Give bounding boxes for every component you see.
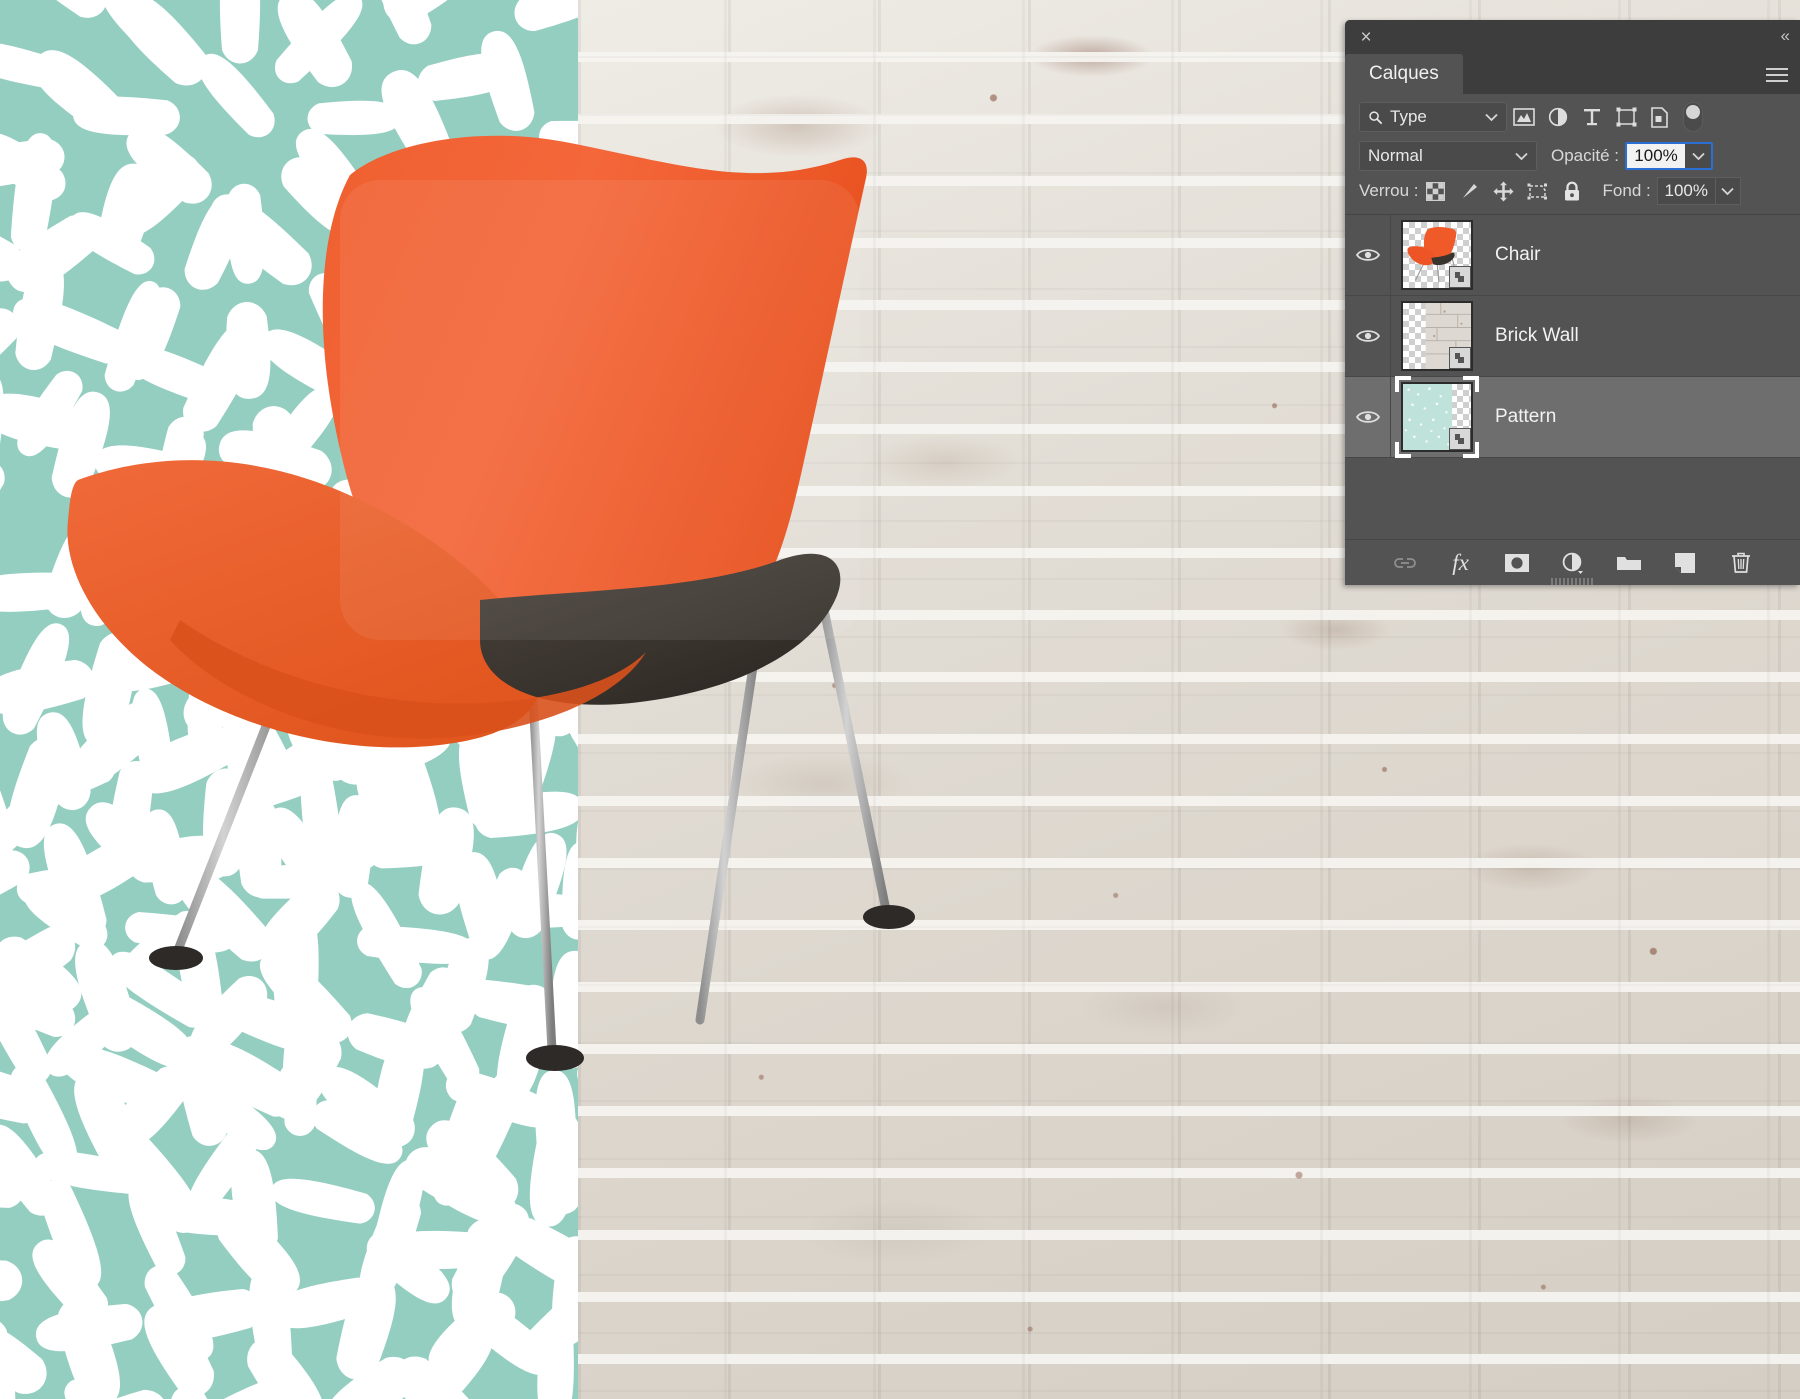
lock-position-icon[interactable]	[1487, 177, 1521, 205]
table-row[interactable]: Chair	[1345, 215, 1800, 296]
screen: × « Calques Type Normal Opacité: 100% V…	[0, 0, 1800, 1399]
add-layer-mask-icon[interactable]	[1502, 548, 1532, 578]
fill-slider-caret-icon[interactable]	[1714, 177, 1741, 205]
opacity-slider-caret-icon[interactable]	[1685, 144, 1712, 168]
layer-thumbnail[interactable]	[1401, 301, 1473, 371]
opacity-field[interactable]: 100%	[1625, 142, 1714, 170]
lock-all-icon[interactable]	[1555, 177, 1589, 205]
orange-chair	[60, 120, 1010, 1140]
layer-visibility-eye-icon[interactable]	[1345, 296, 1391, 376]
link-layers-icon[interactable]	[1390, 548, 1420, 578]
search-icon	[1369, 110, 1383, 124]
table-row[interactable]: Brick Wall	[1345, 296, 1800, 377]
panel-tabbar: Calques	[1345, 54, 1800, 94]
chevron-down-icon	[1485, 113, 1498, 121]
blend-opacity-row: Normal Opacité : 100%	[1345, 138, 1800, 174]
type-layer-filter-icon[interactable]	[1575, 102, 1609, 132]
blend-mode-select[interactable]: Normal	[1359, 141, 1537, 171]
shape-layer-filter-icon[interactable]	[1609, 102, 1643, 132]
smart-object-filter-icon[interactable]	[1643, 102, 1677, 132]
panel-titlebar: × «	[1345, 20, 1800, 54]
table-row[interactable]: Pattern	[1345, 376, 1800, 458]
delete-layer-icon[interactable]	[1726, 548, 1756, 578]
opacity-value[interactable]: 100%	[1627, 144, 1686, 168]
fill-value[interactable]: 100%	[1656, 177, 1715, 205]
chevron-down-icon	[1515, 152, 1528, 160]
close-icon[interactable]: ×	[1353, 24, 1379, 50]
opacity-label: Opacité :	[1551, 146, 1620, 165]
hamburger-menu-icon[interactable]	[1766, 64, 1788, 86]
lock-transparency-icon[interactable]	[1419, 177, 1453, 205]
layer-visibility-eye-icon[interactable]	[1345, 215, 1391, 295]
new-adjustment-layer-icon[interactable]	[1558, 548, 1588, 578]
lock-image-icon[interactable]	[1453, 177, 1487, 205]
new-layer-icon[interactable]	[1670, 548, 1700, 578]
layer-visibility-eye-icon[interactable]	[1345, 377, 1391, 457]
blend-mode-label: Normal	[1368, 146, 1423, 165]
lock-row: Verrou : Fond: 100%	[1345, 174, 1800, 208]
filter-kind-label: Type	[1390, 107, 1427, 126]
adjustment-layer-filter-icon[interactable]	[1541, 102, 1575, 132]
layer-name-label[interactable]: Pattern	[1495, 406, 1556, 428]
layers-list: Chair Brick Wall Pattern	[1345, 214, 1800, 458]
smart-object-badge-icon	[1449, 347, 1471, 369]
new-group-icon[interactable]	[1614, 548, 1644, 578]
lock-artboard-icon[interactable]	[1521, 177, 1555, 205]
tab-calques[interactable]: Calques	[1345, 54, 1463, 94]
tab-calques-label: Calques	[1369, 63, 1439, 84]
layers-panel[interactable]: × « Calques Type Normal Opacité: 100% V…	[1345, 20, 1800, 585]
layer-filter-row: Type	[1345, 94, 1800, 138]
fill-label: Fond :	[1602, 181, 1651, 200]
filter-enable-toggle[interactable]	[1683, 102, 1703, 132]
smart-object-badge-icon	[1449, 428, 1471, 450]
lock-label: Verrou :	[1359, 181, 1419, 200]
panel-resize-grip[interactable]	[1550, 578, 1595, 585]
filter-kind-select[interactable]: Type	[1359, 102, 1507, 132]
layer-name-label[interactable]: Chair	[1495, 244, 1540, 266]
layer-thumbnail[interactable]	[1401, 220, 1473, 290]
layer-thumbnail[interactable]	[1395, 376, 1479, 458]
fill-field[interactable]: 100%	[1656, 177, 1741, 205]
layer-styles-fx-icon[interactable]: fx	[1446, 548, 1476, 578]
layer-name-label[interactable]: Brick Wall	[1495, 325, 1579, 347]
smart-object-badge-icon	[1449, 266, 1471, 288]
pixel-layer-filter-icon[interactable]	[1507, 102, 1541, 132]
collapse-panel-icon[interactable]: «	[1781, 26, 1791, 46]
layers-panel-toolbar: fx	[1345, 539, 1800, 585]
